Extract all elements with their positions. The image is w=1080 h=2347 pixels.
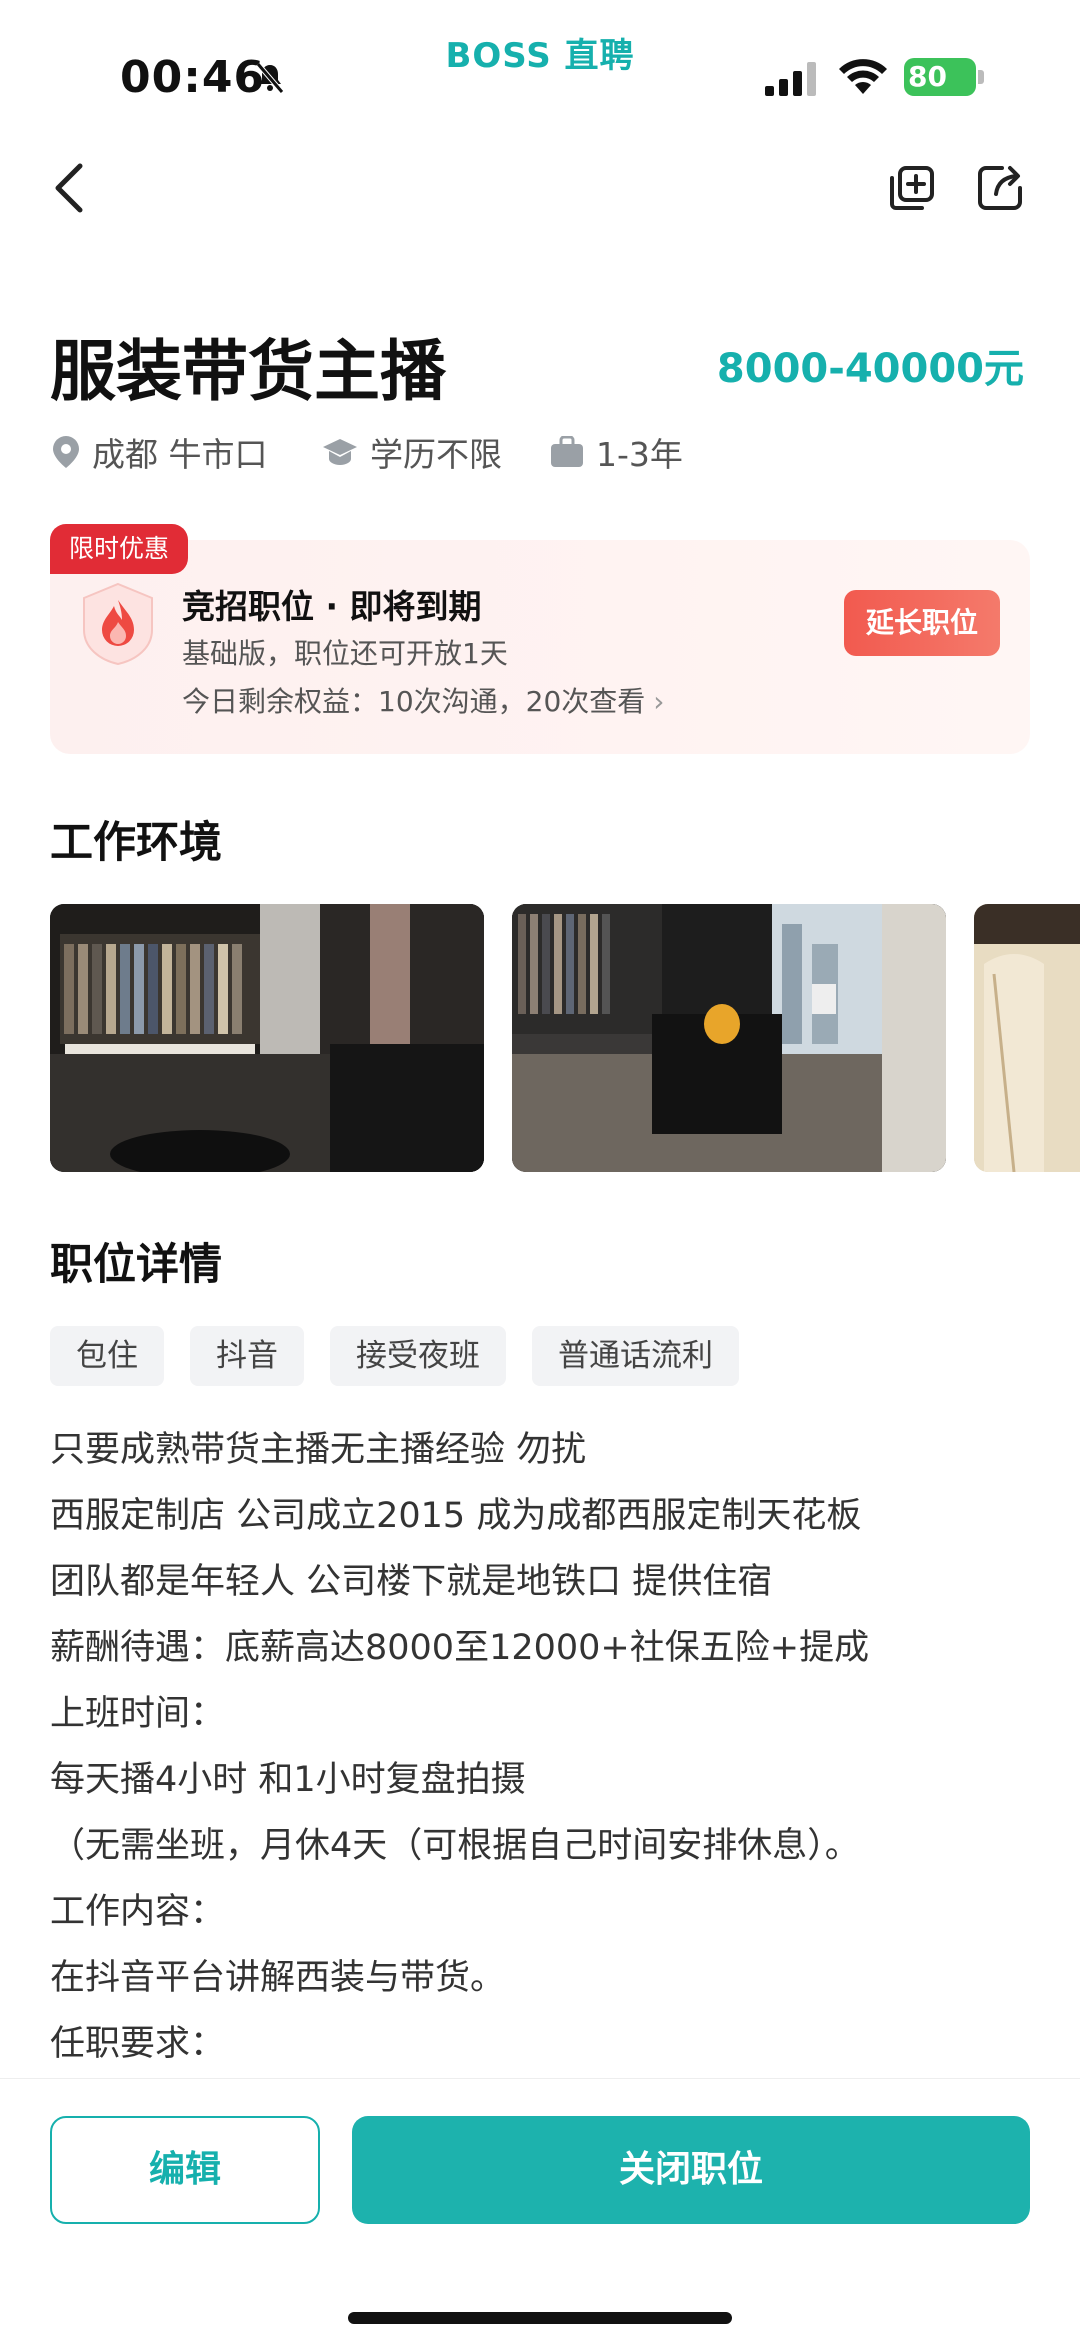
promo-subtitle: 基础版，职位还可开放1天 [182,637,508,670]
battery-cap [978,70,984,84]
back-arrow-icon[interactable] [50,160,90,216]
copy-add-icon[interactable] [888,164,936,212]
promo-rights-link[interactable]: 今日剩余权益：10次沟通，20次查看 › [182,680,664,720]
description-line: 任职要求： [50,2024,226,2064]
promo-badge: 限时优惠 [50,524,188,574]
description-line: 上班时间： [50,1694,226,1734]
job-title: 服装带货主播 [50,333,446,410]
job-tag: 包住 [50,1326,164,1386]
home-indicator[interactable] [348,2312,732,2324]
job-tag: 普通话流利 [532,1326,739,1386]
job-education: 学历不限 [322,428,502,476]
job-tag: 抖音 [190,1326,304,1386]
close-job-button[interactable]: 关闭职位 [352,2116,1030,2224]
cellular-signal-icon [765,62,816,96]
job-tag: 接受夜班 [330,1326,506,1386]
share-icon[interactable] [976,164,1026,212]
location-pin-icon [53,436,79,468]
description-line: （无需坐班，月休4天（可根据自己时间安排休息）。 [50,1826,860,1866]
section-title-environment: 工作环境 [50,818,222,868]
location-text: 成都 牛市口 [92,435,268,474]
description-line: 工作内容： [50,1892,226,1932]
wifi-icon [839,59,887,94]
photo-illustration [512,904,946,1172]
promo-title: 竞招职位 · 即将到期 [182,587,482,626]
description-line: 团队都是年轻人 公司楼下就是地铁口 提供住宿 [50,1562,773,1602]
work-environment-photo[interactable] [512,904,946,1172]
work-environment-photo[interactable] [50,904,484,1172]
briefcase-icon [551,436,583,467]
description-line: 每天播4小时 和1小时复盘拍摄 [50,1760,526,1800]
chevron-right-icon: › [653,685,665,718]
edit-button[interactable]: 编辑 [50,2116,320,2224]
job-salary: 8000-40000元 [716,346,1024,392]
description-line: 薪酬待遇：底薪高达8000至12000+社保五险+提成 [50,1628,870,1668]
education-text: 学历不限 [370,435,502,474]
job-location: 成都 牛市口 [52,428,268,476]
section-title-details: 职位详情 [50,1240,222,1290]
job-description: 只要成熟带货主播无主播经验 勿扰 西服定制店 公司成立2015 成为成都西服定制… [50,1424,1040,2084]
photo-illustration [974,904,1080,1172]
work-environment-photo[interactable] [974,904,1080,1172]
status-bar: 00:46 BOSS 直聘 80 [0,0,1080,140]
job-tags: 包住 抖音 接受夜班 普通话流利 [50,1326,765,1386]
promo-rights-text: 今日剩余权益：10次沟通，20次查看 [182,685,646,718]
description-line: 西服定制店 公司成立2015 成为成都西服定制天花板 [50,1496,862,1536]
flame-badge-icon [83,582,153,666]
experience-text: 1-3年 [596,435,683,474]
job-experience: 1-3年 [550,428,683,476]
photo-illustration [50,904,484,1172]
description-line: 在抖音平台讲解西装与带货。 [50,1958,506,1998]
graduation-cap-icon [323,439,357,465]
battery-indicator: 80 [904,58,976,96]
description-line: 只要成熟带货主播无主播经验 勿扰 [50,1430,587,1470]
extend-job-button[interactable]: 延长职位 [844,590,1000,656]
